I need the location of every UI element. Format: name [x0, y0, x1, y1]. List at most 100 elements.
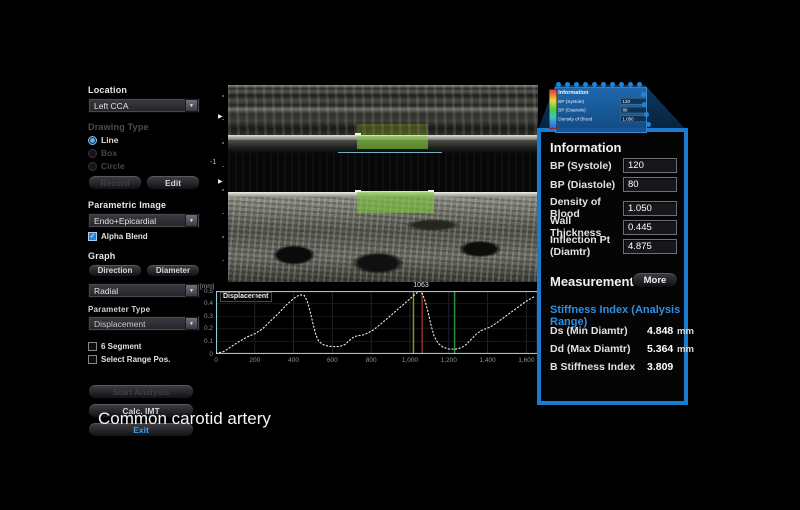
stiffness-row-value: 3.809 — [647, 361, 674, 373]
drawing-type-label: Drawing Type — [88, 122, 149, 132]
alpha-blend-label: Alpha Blend — [101, 232, 148, 241]
density-input[interactable]: 1.050 — [623, 200, 677, 216]
parametric-image-dropdown[interactable]: Endo+Epicardial ▼ — [88, 213, 200, 228]
radio-line[interactable]: Line — [88, 135, 200, 145]
magnifier-dot-icon — [556, 82, 561, 87]
radio-icon — [88, 161, 97, 171]
info-row-value: 120 — [628, 160, 644, 171]
magnifier-dot-icon — [646, 122, 651, 127]
select-range-checkbox-row[interactable]: ✓ Select Range Pos. — [88, 355, 200, 364]
stiffness-row-label: Dd (Max Diamtr) — [550, 343, 631, 355]
roi-corner-tick — [428, 190, 434, 192]
vessel-lumen — [228, 153, 538, 192]
magnifier-dot-icon — [592, 82, 597, 87]
mini-row-label: BP (Diastole) — [558, 107, 586, 113]
focus-marker-icon[interactable]: ▶ — [218, 179, 223, 185]
inflection-input[interactable]: 4.875 — [623, 238, 677, 254]
check-icon: ✓ — [89, 233, 96, 240]
magnifier-dot-icon — [610, 82, 615, 87]
info-row-bp-systole: BP (Systole) 120 — [550, 158, 677, 173]
ultrasound-viewport: ▶ ▶ -1 — [210, 85, 538, 282]
magnifier-dot-icon — [642, 102, 647, 107]
x-tick-label: 400 — [288, 357, 300, 364]
information-title: Information — [550, 140, 622, 155]
six-segment-checkbox-row[interactable]: ✓ 6 Segment — [88, 342, 200, 351]
stiffness-row-label: B Stiffness Index — [550, 361, 636, 373]
mini-row-label: Density of Blood — [558, 116, 593, 122]
y-tick-label: 0 — [209, 350, 213, 358]
tracking-overlay-near-wall — [357, 135, 428, 149]
roi-corner-tick — [355, 133, 361, 135]
wall-thickness-input[interactable]: 0.445 — [623, 219, 677, 235]
graph-section-label: Graph — [88, 251, 116, 261]
x-tick-label: 1,400 — [479, 357, 496, 364]
graph-mode-value: Radial — [94, 285, 119, 296]
edit-button[interactable]: Edit — [146, 175, 200, 190]
checkbox-icon: ✓ — [88, 355, 97, 364]
record-button: Record — [88, 175, 142, 190]
magnifier-dot-icon — [641, 92, 646, 97]
graph-panel: [mm] Displacement 1063 0.5 0.4 0.3 0.2 0.1 0 … — [200, 281, 546, 378]
control-panel: Location Left CCA ▼ Drawing Type Line Bo… — [88, 85, 200, 437]
magnifier-dot-icon — [601, 82, 606, 87]
app-window: Location Left CCA ▼ Drawing Type Line Bo… — [0, 0, 800, 510]
parametric-image-label: Parametric Image — [88, 200, 167, 210]
parameter-type-label: Parameter Type — [88, 305, 151, 314]
measurements-title: Measurements — [550, 274, 642, 289]
mini-row-value: 1.050 — [620, 115, 646, 123]
x-tick-label: 200 — [249, 357, 261, 364]
bp-diastole-input[interactable]: 80 — [623, 177, 677, 192]
ruler-tick — [222, 259, 224, 261]
info-row-value: 4.875 — [628, 240, 652, 252]
stiffness-row-unit: mm — [677, 326, 694, 337]
chevron-down-icon: ▼ — [185, 99, 198, 112]
displacement-plot[interactable] — [216, 291, 538, 354]
depth-ruler: ▶ ▶ -1 — [210, 85, 228, 282]
alpha-blend-checkbox-row[interactable]: ✓ Alpha Blend — [88, 232, 200, 241]
magnifier-dot-icon — [574, 82, 579, 87]
radio-box-label: Box — [101, 148, 118, 158]
info-row-label: BP (Systole) — [550, 159, 612, 172]
mini-row-label: BP (Systole) — [558, 98, 585, 104]
location-label: Location — [88, 85, 128, 95]
location-value: Left CCA — [94, 100, 129, 111]
x-tick-label: 600 — [326, 357, 338, 364]
parameter-type-dropdown[interactable]: Displacement ▼ — [88, 316, 200, 331]
chevron-down-icon: ▼ — [185, 317, 198, 330]
graph-mode-dropdown[interactable]: Radial ▼ — [88, 283, 200, 298]
info-row-value: 0.445 — [628, 221, 652, 233]
checkbox-icon: ✓ — [88, 232, 97, 241]
start-analysis-button: Start Analysis — [88, 384, 194, 399]
mini-row-value: 80 — [620, 106, 646, 114]
y-tick-label: 0.3 — [203, 312, 213, 320]
roi-corner-tick — [355, 190, 361, 192]
info-row-bp-diastole: BP (Diastole) 80 — [550, 177, 677, 192]
tracking-overlay-near-outer — [357, 124, 428, 135]
mini-row: BP (Diastole) 80 — [558, 106, 646, 114]
ultrasound-image[interactable] — [228, 85, 538, 282]
tracking-overlay-far-wall — [357, 191, 434, 213]
diameter-tab[interactable]: Diameter — [146, 264, 200, 277]
magnifier-dot-icon — [619, 82, 624, 87]
bp-systole-input[interactable]: 120 — [623, 158, 677, 173]
more-button[interactable]: More — [632, 272, 678, 288]
x-tick-label: 0 — [214, 357, 218, 364]
parametric-image-value: Endo+Epicardial — [94, 215, 157, 226]
direction-tab[interactable]: Direction — [88, 264, 142, 277]
magnifier-dot-icon — [637, 82, 642, 87]
ruler-tick — [222, 189, 224, 191]
y-tick-label: 0.5 — [203, 287, 213, 295]
info-row-value: 1.050 — [628, 202, 652, 214]
ruler-tick — [222, 165, 224, 167]
info-row-inflection: Inflection Pt (Diamtr) 4.875 — [550, 234, 677, 258]
magnifier-dot-icon — [644, 112, 649, 117]
mini-information-panel: Information BP (Systole) 120 BP (Diastol… — [555, 87, 647, 133]
cursor-value-label: 1063 — [413, 282, 429, 289]
info-row-label: BP (Diastole) — [550, 178, 616, 191]
chevron-down-icon: ▼ — [185, 284, 198, 297]
x-tick-label: 1,200 — [440, 357, 457, 364]
y-tick-label: 0.2 — [203, 325, 213, 333]
location-dropdown[interactable]: Left CCA ▼ — [88, 98, 200, 113]
stiffness-row-unit: mm — [677, 344, 694, 355]
chevron-down-icon: ▼ — [185, 214, 198, 227]
